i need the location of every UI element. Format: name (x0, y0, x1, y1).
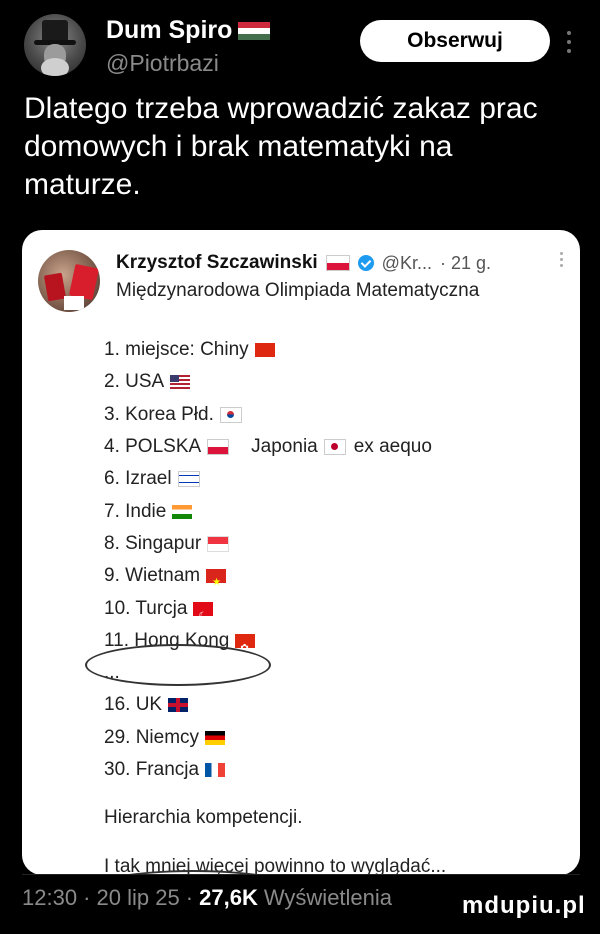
list-item: 10. Turcja (104, 592, 564, 633)
author-name-row: Dum Spiro (106, 16, 271, 45)
views-count: 27,6K (199, 885, 258, 910)
list-item: 2. USA (104, 366, 564, 398)
list-item: 1. miejsce: Chiny (104, 334, 564, 366)
closing-line-1: Hierarchia kompetencji. (104, 807, 303, 829)
list-item: 9. Wietnam (104, 560, 564, 599)
japan-flag-icon (323, 439, 346, 456)
france-flag-icon (205, 763, 226, 777)
watermark-logo: mdupiu.pl (462, 892, 586, 919)
south-korea-flag-icon (219, 406, 242, 423)
quoted-tweet-card[interactable]: Krzysztof Szczawinski @Kr... · 21 g. Mię… (22, 230, 580, 875)
china-flag-icon (254, 343, 275, 358)
turkey-flag-icon (193, 601, 214, 633)
tweet-time[interactable]: 12:30 (22, 885, 77, 911)
quoted-subtitle: Międzynarodowa Olimpiada Matematyczna (116, 280, 480, 301)
follow-button[interactable]: Obserwuj (360, 20, 550, 62)
tweet-header: Dum Spiro @Piotrbazi Obserwuj (24, 6, 584, 81)
quoted-author-name[interactable]: Krzysztof Szczawinski (116, 252, 318, 274)
ranking-list: 1. miejsce: Chiny 2. USA 3. Korea Płd. 4… (104, 334, 564, 875)
israel-flag-icon (177, 471, 200, 488)
verified-badge-icon (357, 255, 374, 271)
views-label[interactable]: Wyświetlenia (264, 885, 392, 911)
quoted-more-icon[interactable] (558, 252, 564, 272)
quoted-author-avatar[interactable] (38, 250, 100, 312)
quoted-timestamp[interactable]: · 21 g. (440, 253, 491, 274)
list-item: 29. Niemcy (104, 722, 564, 754)
india-flag-icon (172, 504, 193, 519)
author-handle[interactable]: @Piotrbazi (106, 50, 219, 77)
poland-flag-icon (325, 255, 350, 271)
list-item: 8. Singapur (104, 528, 564, 560)
author-avatar[interactable] (24, 14, 86, 76)
highlight-circle-poland (85, 644, 271, 686)
author-name[interactable]: Dum Spiro (106, 16, 232, 45)
quoted-author-handle[interactable]: @Kr... (382, 253, 432, 274)
hong-kong-flag-icon (235, 633, 256, 665)
list-item: 7. Indie (104, 495, 564, 527)
quoted-author-row: Krzysztof Szczawinski @Kr... · 21 g. (116, 252, 491, 274)
uk-flag-icon (168, 698, 189, 713)
usa-flag-icon (170, 375, 191, 390)
divider (22, 874, 580, 875)
list-item: 30. Francja (104, 754, 564, 786)
poland-flag-icon (207, 439, 230, 456)
list-item: 3. Korea Płd. (104, 399, 564, 431)
list-item: 4. POLSKA Japonia ex aequo (104, 436, 432, 458)
tweet-text: Dlatego trzeba wprowadzić zakaz prac dom… (24, 92, 538, 201)
singapore-flag-icon (207, 535, 230, 552)
vietnam-flag-icon (206, 567, 227, 599)
list-item: 16. UK (104, 689, 564, 721)
tweet-date[interactable]: · 20 lip 25 · (83, 885, 193, 911)
germany-flag-icon (205, 730, 226, 745)
hungary-flag-icon (238, 21, 271, 40)
list-item: 6. Izrael (104, 463, 564, 495)
more-options-icon[interactable] (562, 22, 576, 62)
